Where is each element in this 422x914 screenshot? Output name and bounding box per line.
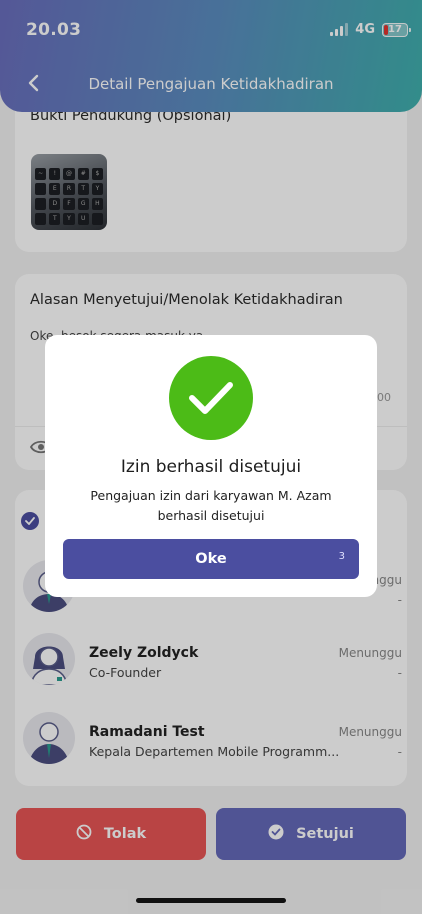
dialog-message: Pengajuan izin dari karyawan M. Azam ber… [90, 488, 332, 523]
ok-button[interactable]: Oke 3 [63, 539, 359, 579]
countdown-badge: 3 [338, 551, 345, 562]
home-indicator[interactable] [136, 898, 286, 903]
success-check-icon [169, 356, 253, 440]
ok-label: Oke [195, 551, 227, 567]
success-dialog: Izin berhasil disetujui Pengajuan izin d… [45, 335, 377, 597]
dialog-title: Izin berhasil disetujui [120, 457, 302, 477]
